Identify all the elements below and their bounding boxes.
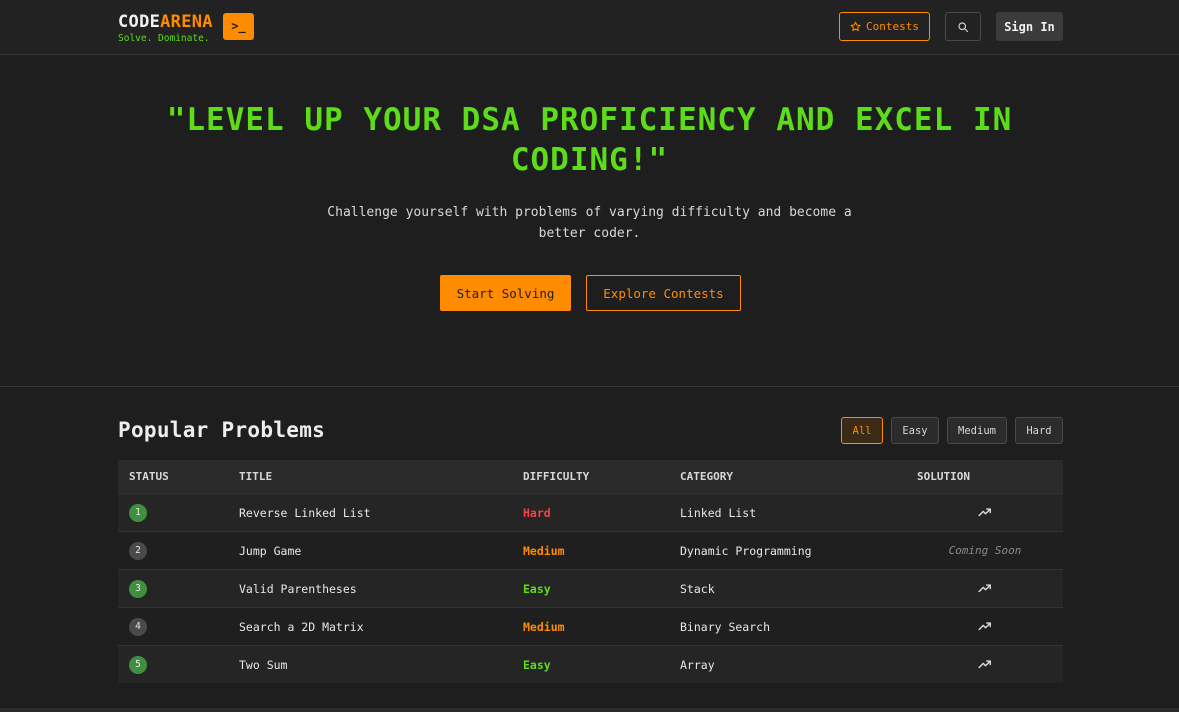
search-icon: [958, 21, 969, 32]
top-navbar: CODEARENA Solve. Dominate. >_ Contests S…: [0, 0, 1179, 55]
category-label: Stack: [680, 582, 715, 596]
table-row[interactable]: 3 Valid Parentheses Easy Stack: [118, 569, 1063, 607]
filter-all[interactable]: All: [841, 417, 883, 444]
sign-in-button[interactable]: Sign In: [996, 12, 1063, 41]
table-row[interactable]: 2 Jump Game Medium Dynamic Programming Comin…: [118, 531, 1063, 569]
col-difficulty: DIFFICULTY: [523, 470, 590, 483]
problems-table: STATUS TITLE DIFFICULTY CATEGORY SOLUTIO…: [118, 460, 1063, 683]
table-row[interactable]: 4 Search a 2D Matrix Medium Binary Search: [118, 607, 1063, 645]
difficulty-label: Easy: [523, 582, 551, 596]
trending-up-icon[interactable]: [978, 582, 992, 594]
problem-title-link[interactable]: Jump Game: [239, 544, 301, 558]
problem-title-link[interactable]: Search a 2D Matrix: [239, 620, 364, 634]
difficulty-label: Medium: [523, 544, 565, 558]
logo[interactable]: CODEARENA Solve. Dominate.: [118, 12, 213, 44]
table-row[interactable]: 1 Reverse Linked List Hard Linked List: [118, 493, 1063, 531]
solution-link[interactable]: [918, 506, 1052, 521]
col-category: CATEGORY: [680, 470, 733, 483]
table-header: STATUS TITLE DIFFICULTY CATEGORY SOLUTIO…: [118, 460, 1063, 493]
trending-up-icon[interactable]: [978, 620, 992, 632]
category-label: Array: [680, 658, 715, 672]
table-row[interactable]: 5 Two Sum Easy Array: [118, 645, 1063, 683]
logo-text: CODEARENA: [118, 12, 213, 32]
problem-title-link[interactable]: Valid Parentheses: [239, 582, 357, 596]
trending-up-icon[interactable]: [978, 658, 992, 670]
status-solved-badge: 3: [129, 580, 147, 598]
star-icon: [850, 21, 861, 32]
coming-soon-label: Coming Soon: [948, 544, 1022, 557]
filter-easy[interactable]: Easy: [891, 417, 939, 444]
category-label: Linked List: [680, 506, 757, 520]
solution-link[interactable]: [918, 658, 1052, 673]
contests-label: Contests: [866, 20, 919, 33]
start-solving-button[interactable]: Start Solving: [440, 275, 571, 311]
footer-edge: [0, 708, 1179, 712]
status-unsolved-badge: 4: [129, 618, 147, 636]
hero-title: "LEVEL UP YOUR DSA PROFICIENCY AND EXCEL…: [166, 102, 1013, 178]
filter-medium[interactable]: Medium: [947, 417, 1007, 444]
section-heading: Popular Problems: [118, 418, 326, 442]
trending-up-icon[interactable]: [978, 506, 992, 518]
problem-title-link[interactable]: Reverse Linked List: [239, 506, 371, 520]
problem-title-link[interactable]: Two Sum: [239, 658, 287, 672]
filter-hard[interactable]: Hard: [1015, 417, 1063, 444]
col-title: TITLE: [239, 470, 273, 483]
status-unsolved-badge: 2: [129, 542, 147, 560]
status-solved-badge: 1: [129, 504, 147, 522]
hero-subtitle: Challenge yourself with problems of vary…: [327, 205, 852, 241]
status-solved-badge: 5: [129, 656, 147, 674]
terminal-icon: >_: [223, 13, 254, 40]
logo-word-code: CODE: [118, 12, 161, 32]
explore-contests-button[interactable]: Explore Contests: [586, 275, 741, 311]
category-label: Binary Search: [680, 620, 771, 634]
contests-button[interactable]: Contests: [839, 12, 930, 41]
col-status: STATUS: [129, 470, 169, 483]
search-button[interactable]: [945, 12, 981, 41]
logo-word-arena: ARENA: [160, 12, 213, 32]
section-divider: [0, 386, 1179, 387]
col-solution: SOLUTION: [917, 470, 970, 483]
difficulty-label: Easy: [523, 658, 551, 672]
difficulty-label: Medium: [523, 620, 565, 634]
solution-link[interactable]: [918, 620, 1052, 635]
logo-tagline: Solve. Dominate.: [118, 33, 210, 44]
category-label: Dynamic Programming: [680, 544, 812, 558]
solution-link[interactable]: [918, 582, 1052, 597]
difficulty-label: Hard: [523, 506, 551, 520]
